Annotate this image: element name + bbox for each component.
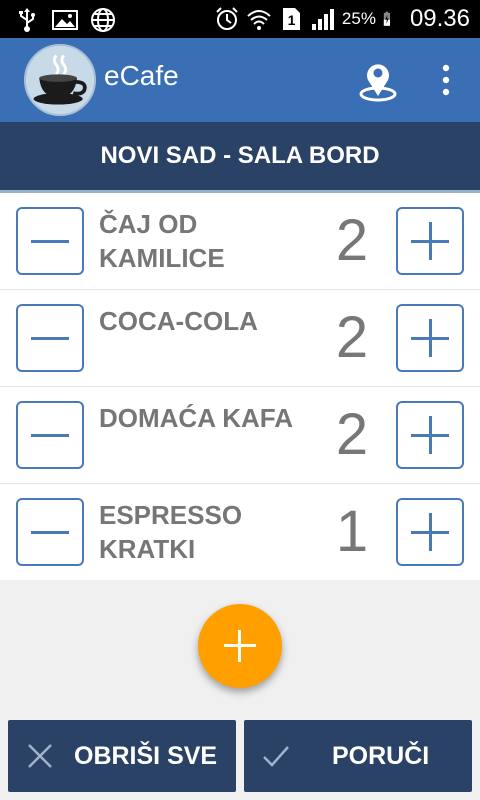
sim-icon: 1 [282, 8, 300, 30]
status-left-icons [14, 7, 116, 33]
close-icon [28, 744, 52, 768]
minus-icon [31, 531, 69, 534]
status-bar: 1 25% 09.36 [0, 0, 480, 38]
increase-button[interactable] [396, 498, 464, 566]
signal-icon [311, 9, 334, 30]
order-list: ČAJ OD KAMILICE 2 COCA-COLA 2 DOMAĆA KAF… [0, 193, 480, 580]
increase-button[interactable] [396, 207, 464, 275]
status-right-icons: 1 25% 09.36 [214, 4, 470, 34]
order-button[interactable]: PORUČI [244, 720, 472, 792]
battery-percent: 25% [341, 9, 376, 28]
item-quantity: 2 [335, 305, 369, 370]
item-name: ESPRESSO KRATKI [99, 500, 243, 564]
minus-icon [31, 337, 69, 340]
list-item: ČAJ OD KAMILICE 2 [0, 193, 480, 290]
item-quantity: 2 [335, 402, 369, 467]
checkmark-icon [263, 746, 289, 767]
wifi-icon [247, 10, 271, 30]
clear-all-button[interactable]: OBRIŠI SVE [8, 720, 236, 792]
minus-icon [31, 434, 69, 437]
alarm-icon [216, 7, 238, 30]
clock: 09.36 [409, 5, 470, 32]
venue-title: NOVI SAD - SALA BORD [0, 122, 480, 190]
battery-charging-icon [383, 11, 390, 26]
overflow-menu-icon[interactable] [436, 62, 456, 98]
usb-icon [19, 8, 35, 32]
location-pin-icon[interactable] [354, 56, 402, 104]
list-item: ESPRESSO KRATKI 1 [0, 484, 480, 580]
svg-text:1: 1 [288, 12, 296, 28]
item-quantity: 1 [335, 499, 369, 564]
list-item: COCA-COLA 2 [0, 290, 480, 387]
add-item-button[interactable] [198, 604, 282, 688]
coffee-cup-logo [24, 44, 96, 116]
minus-icon [31, 240, 69, 243]
app-title: eCafe [104, 60, 179, 91]
decrease-button[interactable] [16, 207, 84, 275]
list-item: DOMAĆA KAFA 2 [0, 387, 480, 484]
item-quantity: 2 [335, 208, 369, 273]
globe-icon [91, 8, 115, 32]
app-bar: eCafe [0, 38, 480, 122]
decrease-button[interactable] [16, 401, 84, 469]
item-name: COCA-COLA [99, 306, 258, 336]
item-name: ČAJ OD KAMILICE [99, 209, 225, 273]
order-label: PORUČI [332, 742, 430, 770]
increase-button[interactable] [396, 304, 464, 372]
image-icon [52, 10, 78, 30]
decrease-button[interactable] [16, 498, 84, 566]
clear-all-label: OBRIŠI SVE [74, 742, 218, 770]
increase-button[interactable] [396, 401, 464, 469]
decrease-button[interactable] [16, 304, 84, 372]
item-name: DOMAĆA KAFA [99, 403, 294, 433]
